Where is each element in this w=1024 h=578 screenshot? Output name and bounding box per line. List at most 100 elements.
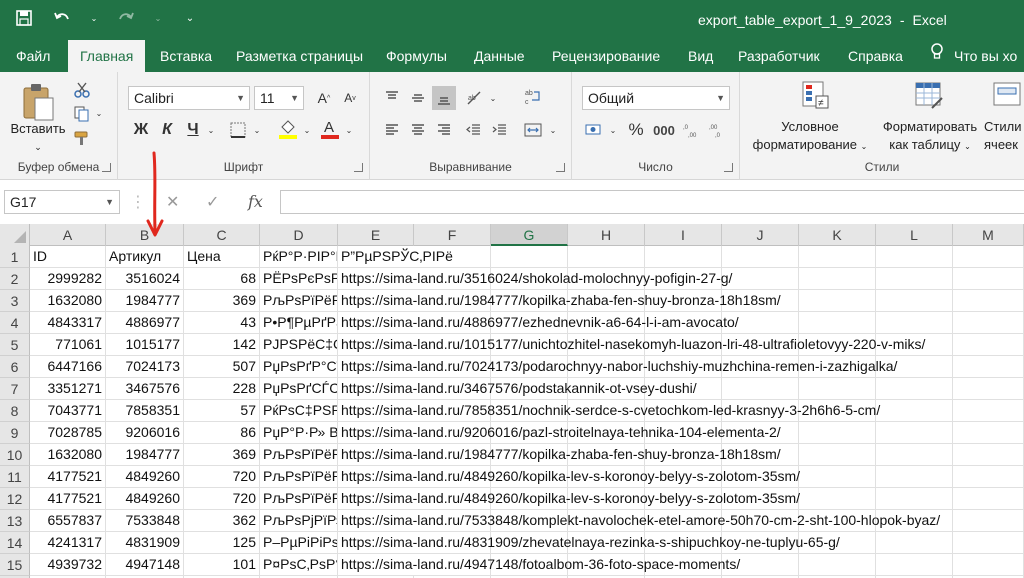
copy-icon[interactable] [72, 104, 92, 124]
cell-b14[interactable]: 4831909 [106, 532, 184, 554]
number-launcher-icon[interactable] [724, 163, 733, 172]
decrease-decimal-icon[interactable]: ,00,0 [706, 118, 730, 142]
cell-b12[interactable]: 4849260 [106, 488, 184, 510]
cell-l3[interactable] [876, 290, 953, 312]
cell-e6[interactable]: https://sima-land.ru/7024173/podarochnyy… [338, 356, 897, 378]
cell-m6[interactable] [953, 356, 1024, 378]
align-top-icon[interactable] [380, 86, 404, 110]
row-header[interactable]: 4 [0, 312, 30, 334]
cell-a2[interactable]: 2999282 [30, 268, 106, 290]
cell-m7[interactable] [953, 378, 1024, 400]
cell-d15[interactable]: Р¤РѕС‚РѕР°Р» [260, 554, 338, 576]
align-center-icon[interactable] [406, 118, 430, 142]
fill-color-icon[interactable] [276, 116, 300, 142]
cell-a8[interactable]: 7043771 [30, 400, 106, 422]
cell-k10[interactable] [799, 444, 876, 466]
column-header-m[interactable]: M [953, 224, 1024, 246]
cell-b5[interactable]: 1015177 [106, 334, 184, 356]
cell-k1[interactable] [799, 246, 876, 268]
cell-m12[interactable] [953, 488, 1024, 510]
cell-e9[interactable]: https://sima-land.ru/9206016/pazl-stroit… [338, 422, 781, 444]
column-header-a[interactable]: A [30, 224, 106, 246]
cell-b13[interactable]: 7533848 [106, 510, 184, 532]
column-header-g[interactable]: G [491, 224, 568, 246]
increase-indent-icon[interactable] [488, 118, 512, 142]
name-box[interactable]: G17 ▼ [4, 190, 120, 214]
cell-c2[interactable]: 68 [184, 268, 260, 290]
cell-k4[interactable] [799, 312, 876, 334]
cell-e13[interactable]: https://sima-land.ru/7533848/komplekt-na… [338, 510, 940, 532]
cell-c12[interactable]: 720 [184, 488, 260, 510]
cell-e10[interactable]: https://sima-land.ru/1984777/kopilka-zha… [338, 444, 781, 466]
cell-k9[interactable] [799, 422, 876, 444]
cell-a7[interactable]: 3351271 [30, 378, 106, 400]
cell-b4[interactable]: 4886977 [106, 312, 184, 334]
row-header[interactable]: 3 [0, 290, 30, 312]
borders-icon[interactable] [226, 118, 250, 142]
row-header[interactable]: 7 [0, 378, 30, 400]
redo-dropdown-icon[interactable]: ⌄ [154, 8, 162, 28]
cell-e15[interactable]: https://sima-land.ru/4947148/fotoalbom-3… [338, 554, 740, 576]
cell-b15[interactable]: 4947148 [106, 554, 184, 576]
cell-m10[interactable] [953, 444, 1024, 466]
clipboard-launcher-icon[interactable] [102, 163, 111, 172]
save-icon[interactable] [14, 8, 34, 28]
align-left-icon[interactable] [380, 118, 404, 142]
wrap-text-icon[interactable]: ab c [520, 84, 546, 110]
cell-e12[interactable]: https://sima-land.ru/4849260/kopilka-lev… [338, 488, 800, 510]
row-header[interactable]: 2 [0, 268, 30, 290]
cell-d6[interactable]: РџРѕРґР°СЂРѕС‡ [260, 356, 338, 378]
cell-a11[interactable]: 4177521 [30, 466, 106, 488]
cell-e8[interactable]: https://sima-land.ru/7858351/nochnik-ser… [338, 400, 880, 422]
row-header[interactable]: 10 [0, 444, 30, 466]
align-right-icon[interactable] [432, 118, 456, 142]
insert-function-button[interactable]: fx [248, 192, 263, 211]
cell-c4[interactable]: 43 [184, 312, 260, 334]
cell-d14[interactable]: Р–РµРіРіРѕ [260, 532, 338, 554]
cell-c9[interactable]: 86 [184, 422, 260, 444]
cell-m13[interactable] [953, 510, 1024, 532]
cell-a14[interactable]: 4241317 [30, 532, 106, 554]
align-bottom-icon[interactable] [432, 86, 456, 110]
cell-h1[interactable] [568, 246, 645, 268]
merge-center-icon[interactable] [520, 118, 546, 142]
cell-d10[interactable]: РљРѕРїРёР»РєР° [260, 444, 338, 466]
formula-input[interactable] [280, 190, 1024, 214]
column-header-d[interactable]: D [260, 224, 338, 246]
format-as-table-icon[interactable] [912, 78, 946, 112]
cell-a10[interactable]: 1632080 [30, 444, 106, 466]
accounting-dropdown-icon[interactable]: ⌄ [608, 122, 618, 138]
decrease-font-size-icon[interactable]: Av [338, 86, 362, 110]
italic-button[interactable]: К [156, 118, 178, 142]
paste-icon[interactable] [18, 80, 58, 124]
row-header[interactable]: 13 [0, 510, 30, 532]
column-header-h[interactable]: H [568, 224, 645, 246]
cell-b2[interactable]: 3516024 [106, 268, 184, 290]
cell-m14[interactable] [953, 532, 1024, 554]
cell-m8[interactable] [953, 400, 1024, 422]
cell-a12[interactable]: 4177521 [30, 488, 106, 510]
cell-e3[interactable]: https://sima-land.ru/1984777/kopilka-zha… [338, 290, 781, 312]
tab-developer[interactable]: Разработчик [726, 40, 832, 72]
tab-file[interactable]: Файл [4, 40, 62, 72]
orientation-dropdown-icon[interactable]: ⌄ [488, 90, 498, 106]
row-header[interactable]: 14 [0, 532, 30, 554]
underline-dropdown-icon[interactable]: ⌄ [206, 122, 216, 138]
cell-b8[interactable]: 7858351 [106, 400, 184, 422]
cell-b6[interactable]: 7024173 [106, 356, 184, 378]
cell-m5[interactable] [953, 334, 1024, 356]
borders-dropdown-icon[interactable]: ⌄ [252, 122, 262, 138]
row-header[interactable]: 12 [0, 488, 30, 510]
cell-styles-icon[interactable] [990, 78, 1024, 112]
font-name-combo[interactable]: Calibri ▼ [128, 86, 250, 110]
cell-l2[interactable] [876, 268, 953, 290]
cell-a13[interactable]: 6557837 [30, 510, 106, 532]
number-format-combo[interactable]: Общий ▼ [582, 86, 730, 110]
cell-l10[interactable] [876, 444, 953, 466]
cell-a15[interactable]: 4939732 [30, 554, 106, 576]
row-header[interactable]: 5 [0, 334, 30, 356]
cell-b7[interactable]: 3467576 [106, 378, 184, 400]
cell-d3[interactable]: РљРѕРїРёР»РєР° [260, 290, 338, 312]
cell-j1[interactable] [722, 246, 799, 268]
cell-a6[interactable]: 6447166 [30, 356, 106, 378]
